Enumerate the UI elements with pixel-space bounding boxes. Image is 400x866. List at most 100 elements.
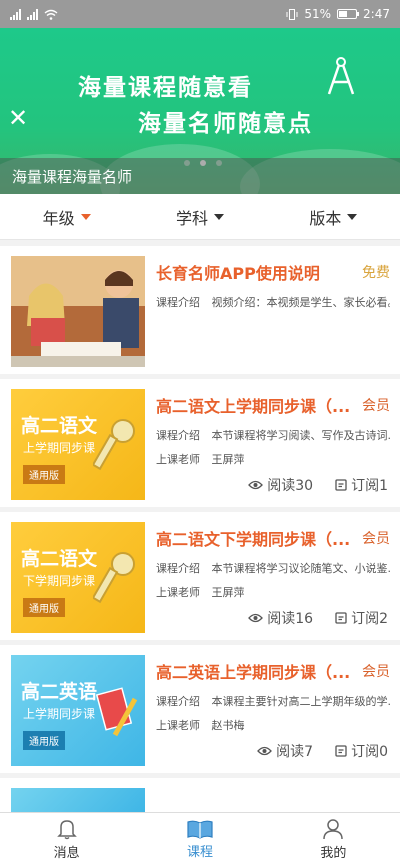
signal-icon-2 <box>27 8 38 20</box>
children-reading-image <box>11 256 145 367</box>
nav-courses-label: 课程 <box>186 845 213 860</box>
thumb-badge: 通用版 <box>23 598 65 617</box>
key-icon <box>93 552 135 604</box>
course-intro-text: 本节课程将学习阅读、写作及古诗词... <box>211 429 391 442</box>
course-card[interactable]: 高二英语 上学期同步课 通用版 高二英语上学期同步课（... 会员 课程介绍 本… <box>0 645 400 773</box>
vibrate-icon <box>286 8 298 20</box>
course-teacher-key: 上课老师 <box>156 586 200 599</box>
course-intro: 课程介绍 本节课程将学习议论随笔文、小说鉴... <box>156 560 390 576</box>
course-title-row: 高二语文下学期同步课（... 会员 <box>156 526 390 550</box>
dropdown-arrow-icon <box>214 213 224 220</box>
nav-messages[interactable]: 消息 <box>0 813 133 866</box>
member-badge: 会员 <box>362 664 390 680</box>
read-count-text: 阅读30 <box>267 478 314 494</box>
status-right: 51% 2:47 <box>286 7 390 21</box>
read-count-text: 阅读7 <box>276 744 314 760</box>
course-intro-key: 课程介绍 <box>156 296 200 309</box>
course-intro-text: 本课程主要针对高二上学期年级的学... <box>211 695 391 708</box>
course-stats: 阅读7 订阅0 <box>257 741 388 761</box>
thumb-title: 高二语文 <box>21 415 98 437</box>
battery-icon <box>337 9 360 19</box>
banner-caption: 海量课程海量名师 <box>0 158 400 194</box>
status-left <box>10 8 58 20</box>
course-thumbnail: 高二语文 上学期同步课 通用版 <box>11 389 145 500</box>
eye-icon <box>257 746 273 756</box>
subscribe-icon <box>335 745 347 757</box>
course-intro: 课程介绍 本课程主要针对高二上学期年级的学... <box>156 693 390 709</box>
course-intro-text: 本节课程将学习议论随笔文、小说鉴... <box>211 562 391 575</box>
promo-banner[interactable]: ✕ 海量课程随意看 海量名师随意点 海量课程海量名师 <box>0 28 400 194</box>
thumb-subtitle: 上学期同步课 <box>23 441 96 455</box>
course-intro-key: 课程介绍 <box>156 562 200 575</box>
course-info: 高二英语上学期同步课（... 会员 课程介绍 本课程主要针对高二上学期年级的学.… <box>156 659 390 733</box>
course-thumbnail <box>11 788 145 812</box>
dropdown-arrow-icon <box>347 213 358 220</box>
filter-grade-label: 年级 <box>42 208 75 228</box>
filter-edition[interactable]: 版本 <box>267 205 400 229</box>
status-bar: 51% 2:47 <box>0 0 400 28</box>
banner-headline-1: 海量课程随意看 <box>78 75 253 101</box>
person-icon <box>323 819 344 840</box>
filter-edition-label: 版本 <box>309 208 342 228</box>
course-thumbnail: 高二英语 上学期同步课 通用版 <box>11 655 145 766</box>
course-teacher: 上课老师 王屏萍 <box>156 451 390 467</box>
course-teacher: 上课老师 赵书梅 <box>156 717 390 733</box>
course-title[interactable]: 高二语文上学期同步课（... <box>156 393 350 417</box>
nav-profile[interactable]: 我的 <box>267 813 400 866</box>
course-title-row: 高二英语上学期同步课（... 会员 <box>156 659 390 683</box>
nav-messages-label: 消息 <box>53 846 80 861</box>
course-teacher-name: 王屏萍 <box>211 453 245 466</box>
cross-deco-icon: ✕ <box>8 104 29 132</box>
course-intro: 课程介绍 本节课程将学习阅读、写作及古诗词... <box>156 427 390 443</box>
subscribe-count[interactable]: 订阅2 <box>335 608 388 628</box>
subscribe-count[interactable]: 订阅1 <box>335 475 388 495</box>
wifi-icon <box>44 9 58 20</box>
thumb-subtitle: 下学期同步课 <box>23 574 96 588</box>
book-icon <box>187 820 213 839</box>
filter-subject[interactable]: 学科 <box>133 205 266 229</box>
course-stats: 阅读30 订阅1 <box>248 475 388 495</box>
thumb-subtitle: 上学期同步课 <box>23 707 96 721</box>
thumb-badge: 通用版 <box>23 465 65 484</box>
subscribe-icon <box>335 612 347 624</box>
thumb-title: 高二语文 <box>21 548 98 570</box>
course-title[interactable]: 高二语文下学期同步课（... <box>156 526 350 550</box>
subscribe-count-text: 订阅0 <box>351 744 388 760</box>
subscribe-count[interactable]: 订阅0 <box>335 741 388 761</box>
thumb-badge: 通用版 <box>23 731 65 750</box>
course-title-row: 高二语文上学期同步课（... 会员 <box>156 393 390 417</box>
nav-profile-label: 我的 <box>320 846 347 861</box>
course-teacher-name: 赵书梅 <box>211 719 245 732</box>
banner-headline-2: 海量名师随意点 <box>138 111 313 137</box>
course-card[interactable]: 长育名师APP使用说明 免费 课程介绍 视频介绍：本视频是学生、家长必看。 <box>0 246 400 374</box>
thumb-title: 高二英语 <box>21 681 98 703</box>
nav-courses[interactable]: 课程 <box>133 813 266 866</box>
course-thumbnail: 高二语文 下学期同步课 通用版 <box>11 522 145 633</box>
battery-percent: 51% <box>304 7 332 21</box>
filter-grade[interactable]: 年级 <box>0 205 133 229</box>
read-count-text: 阅读16 <box>267 611 314 627</box>
compass-icon <box>327 57 355 95</box>
key-icon <box>93 419 135 471</box>
bottom-nav: 消息 课程 我的 <box>0 812 400 866</box>
course-intro-key: 课程介绍 <box>156 695 200 708</box>
course-teacher: 上课老师 王屏萍 <box>156 584 390 600</box>
book-pencil-icon <box>95 687 138 737</box>
course-intro: 课程介绍 视频介绍：本视频是学生、家长必看。 <box>156 294 390 310</box>
course-info: 长育名师APP使用说明 免费 课程介绍 视频介绍：本视频是学生、家长必看。 <box>156 260 390 310</box>
bell-icon <box>56 820 77 840</box>
course-info: 高二语文下学期同步课（... 会员 课程介绍 本节课程将学习议论随笔文、小说鉴.… <box>156 526 390 600</box>
signal-icon <box>10 8 21 20</box>
course-card[interactable]: 高二语文 上学期同步课 通用版 高二语文上学期同步课（... 会员 课程介绍 本… <box>0 379 400 507</box>
course-stats: 阅读16 订阅2 <box>248 608 388 628</box>
course-card-partial[interactable] <box>0 778 400 812</box>
read-count: 阅读30 <box>248 475 313 495</box>
course-teacher-key: 上课老师 <box>156 453 200 466</box>
course-title[interactable]: 长育名师APP使用说明 <box>156 260 320 284</box>
course-title-row: 长育名师APP使用说明 免费 <box>156 260 390 284</box>
course-title[interactable]: 高二英语上学期同步课（... <box>156 659 350 683</box>
eye-icon <box>248 480 264 490</box>
subscribe-count-text: 订阅2 <box>351 611 388 627</box>
subscribe-count-text: 订阅1 <box>351 478 388 494</box>
course-card[interactable]: 高二语文 下学期同步课 通用版 高二语文下学期同步课（... 会员 课程介绍 本… <box>0 512 400 640</box>
